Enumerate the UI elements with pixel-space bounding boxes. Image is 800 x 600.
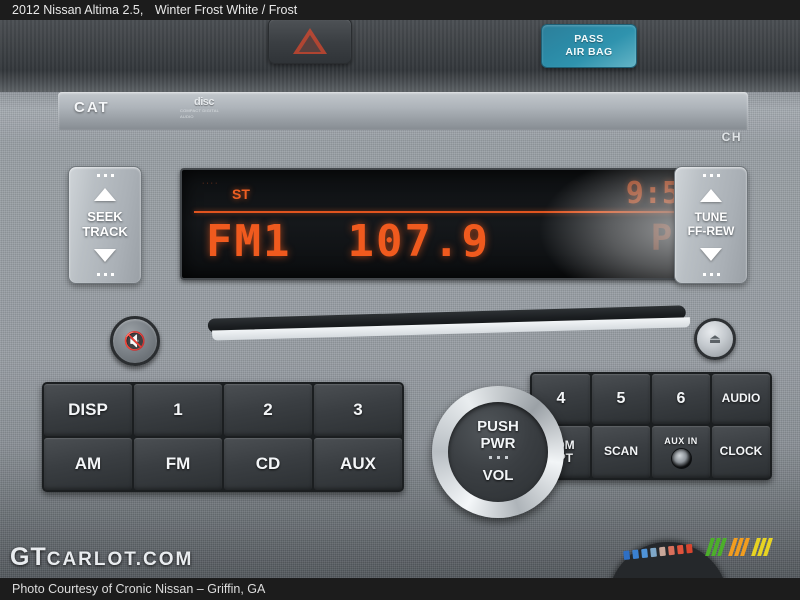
- display-frequency: 107.9: [347, 216, 490, 267]
- aux-jack-icon: [670, 448, 692, 470]
- preset-3-button[interactable]: 3: [314, 384, 402, 436]
- preset-6-button[interactable]: 6: [652, 374, 710, 424]
- watermark-brand: GT: [10, 543, 47, 571]
- vehicle-colors: Winter Frost White / Frost: [154, 3, 298, 17]
- disp-button[interactable]: DISP: [44, 384, 132, 436]
- fm-button[interactable]: FM: [134, 438, 222, 490]
- volume-knob-face: PUSH PWR VOL: [448, 402, 548, 502]
- gtcarlot-watermark: GTCARLOT.COM: [10, 543, 193, 572]
- top-info-banner: 2012 Nissan Altima 2.5, Winter Frost Whi…: [0, 0, 800, 20]
- bottom-credit-banner: Photo Courtesy of Cronic Nissan – Griffi…: [0, 578, 800, 600]
- am-button[interactable]: AM: [44, 438, 132, 490]
- display-main-row: FM1 107.9: [206, 216, 490, 267]
- preset-1-button[interactable]: 1: [134, 384, 222, 436]
- aux-button[interactable]: AUX: [314, 438, 402, 490]
- display-indicator-dots: ····: [202, 180, 220, 187]
- head-unit-top-lip: [58, 92, 748, 130]
- mute-speaker-icon: 🔇: [123, 331, 147, 351]
- knob-dots-icon: [488, 455, 508, 459]
- cd-button[interactable]: CD: [224, 438, 312, 490]
- arrow-up-icon[interactable]: [94, 188, 116, 202]
- watermark-domain: CARLOT.COM: [46, 549, 194, 570]
- aux-in-label: AUX IN: [664, 435, 698, 446]
- screenshot-root: PASS AIR BAG CAT disc COMPACT DIGITAL AU…: [0, 0, 800, 600]
- airbag-label-line2: AIR BAG: [565, 46, 613, 58]
- radio-display: ···· ST FM1 107.9 9:55 PS: [180, 168, 720, 280]
- photo-credit: Photo Courtesy of Cronic Nissan – Griffi…: [12, 582, 266, 596]
- ff-rew-label: FF-REW: [687, 223, 735, 238]
- warning-triangle-icon: [293, 28, 327, 54]
- rocker-dots-top: [96, 174, 114, 177]
- track-label: TRACK: [82, 224, 128, 239]
- volume-power-knob[interactable]: PUSH PWR VOL: [432, 386, 564, 518]
- arrow-down-icon[interactable]: [700, 248, 722, 262]
- pwr-label: PWR: [480, 435, 516, 453]
- left-button-grid: DISP 1 2 3 AM FM CD AUX: [42, 382, 404, 492]
- airbag-label-line1: PASS: [574, 32, 604, 45]
- radio-head-unit: CAT disc COMPACT DIGITAL AUDIO CH ···· S…: [28, 92, 780, 540]
- mute-button[interactable]: 🔇: [110, 316, 160, 366]
- clock-button[interactable]: CLOCK: [712, 426, 770, 478]
- rocker-dots-top: [702, 174, 720, 177]
- disc-badge-line2: COMPACT DIGITAL AUDIO: [180, 107, 219, 119]
- seek-track-rocker[interactable]: SEEK TRACK: [68, 166, 142, 284]
- aux-in-jack[interactable]: AUX IN: [652, 426, 710, 478]
- compact-disc-badge: disc COMPACT DIGITAL AUDIO: [180, 95, 228, 119]
- display-source: FM1: [206, 216, 292, 267]
- tune-ff-rew-label: TUNE FF-REW: [687, 210, 735, 239]
- eject-icon: ⏏: [708, 331, 722, 346]
- audio-button[interactable]: AUDIO: [712, 374, 770, 424]
- seek-label: SEEK: [87, 209, 123, 225]
- upper-dash-strip: [0, 20, 800, 92]
- pass-airbag-indicator: PASS AIR BAG: [541, 24, 637, 68]
- arrow-up-icon[interactable]: [700, 188, 722, 202]
- display-divider-line: [194, 211, 710, 213]
- vol-label: VOL: [482, 466, 514, 484]
- tune-label: TUNE: [694, 210, 728, 225]
- title-separator: [147, 3, 150, 17]
- cd-slot[interactable]: [207, 305, 691, 344]
- vehicle-title: 2012 Nissan Altima 2.5,: [12, 3, 144, 17]
- disc-badge-line1: disc: [193, 95, 215, 108]
- hazard-warning-button[interactable]: [268, 18, 352, 64]
- preset-2-button[interactable]: 2: [224, 384, 312, 436]
- cat-brand-label: CAT: [74, 99, 110, 116]
- rocker-dots-bottom: [702, 272, 720, 276]
- right-button-grid: 4 5 6 AUDIO RDM RPT SCAN AUX IN CLOCK: [530, 372, 772, 480]
- arrow-down-icon[interactable]: [94, 248, 116, 262]
- channel-label: CH: [721, 130, 742, 144]
- seek-track-label: SEEK TRACK: [82, 209, 128, 240]
- eject-button[interactable]: ⏏: [694, 318, 736, 360]
- rocker-dots-bottom: [96, 273, 114, 276]
- preset-5-button[interactable]: 5: [592, 374, 650, 424]
- tune-ff-rew-rocker[interactable]: TUNE FF-REW: [674, 166, 748, 284]
- stereo-indicator: ST: [232, 186, 250, 202]
- climate-indicator-marks: [705, 538, 773, 556]
- temperature-dial[interactable]: [600, 530, 800, 578]
- scan-button[interactable]: SCAN: [592, 426, 650, 478]
- push-label: PUSH: [477, 418, 519, 436]
